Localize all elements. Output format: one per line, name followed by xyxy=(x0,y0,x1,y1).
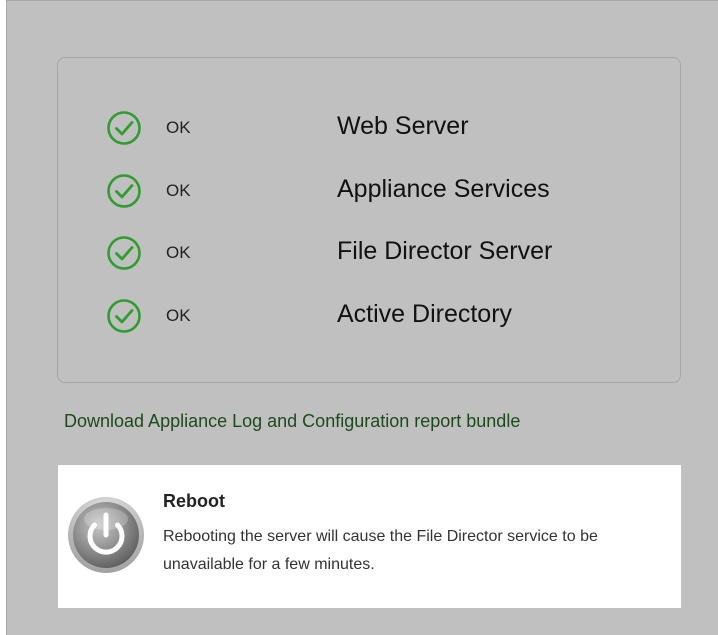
download-log-bundle-link[interactable]: Download Appliance Log and Configuration… xyxy=(64,411,520,432)
status-row-active-directory: OK Active Directory xyxy=(106,296,666,336)
status-text: OK xyxy=(166,118,191,137)
service-status-box: OK Web Server OK Appliance Services OK F… xyxy=(57,57,681,383)
service-name: File Director Server xyxy=(337,237,553,265)
reboot-title[interactable]: Reboot xyxy=(163,491,225,512)
service-name: Active Directory xyxy=(337,300,513,328)
check-circle-icon xyxy=(107,299,141,333)
power-icon[interactable] xyxy=(66,495,146,575)
check-circle-icon xyxy=(107,236,141,270)
status-text: OK xyxy=(166,181,191,200)
status-row-appliance-services: OK Appliance Services xyxy=(106,171,666,211)
status-text: OK xyxy=(166,306,191,325)
status-row-file-director-server: OK File Director Server xyxy=(106,233,666,273)
service-name: Appliance Services xyxy=(337,175,550,203)
appliance-status-panel: OK Web Server OK Appliance Services OK F… xyxy=(6,0,718,635)
service-name: Web Server xyxy=(337,112,469,140)
status-text: OK xyxy=(166,243,191,262)
check-circle-icon xyxy=(107,174,141,208)
check-circle-icon xyxy=(107,111,141,145)
status-row-web-server: OK Web Server xyxy=(106,108,666,148)
reboot-card: Reboot Rebooting the server will cause t… xyxy=(58,465,681,608)
reboot-description: Rebooting the server will cause the File… xyxy=(163,528,598,573)
